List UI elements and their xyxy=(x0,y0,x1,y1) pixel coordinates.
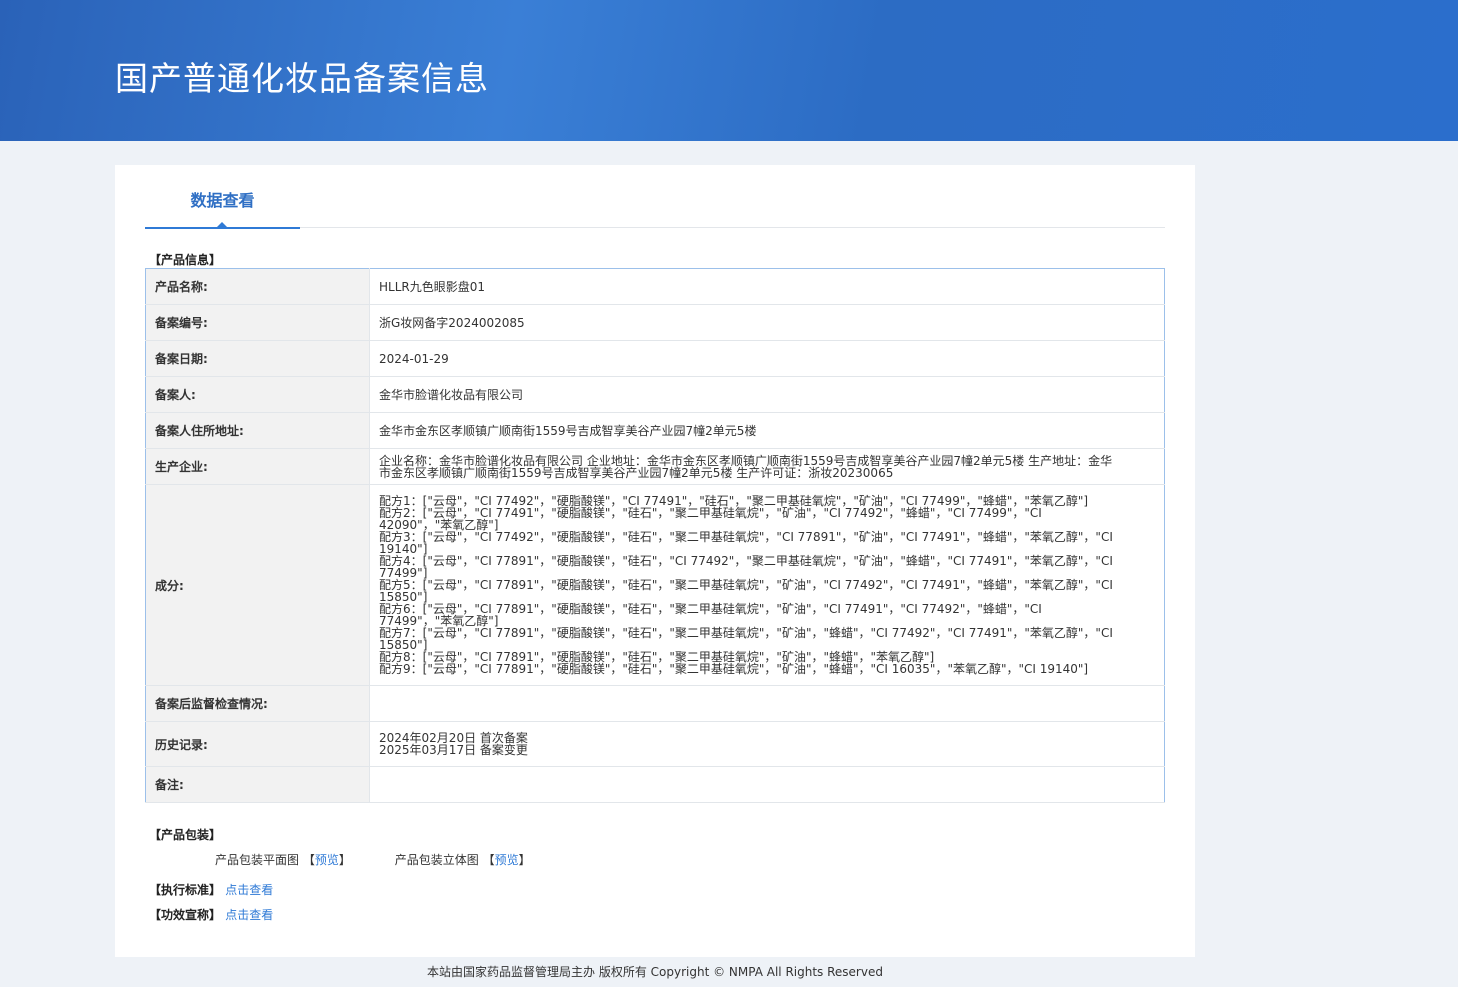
value-line: 配方7：["云母"，"CI 77891"，"硬脂酸镁"，"硅石"，"聚二甲基硅氧… xyxy=(379,626,1113,652)
field-value: 浙G妆网备字2024002085 xyxy=(369,304,1165,341)
standard-link[interactable]: 点击查看 xyxy=(225,883,273,897)
bracket: 】 xyxy=(518,853,531,867)
field-value: 2024年02月20日 首次备案 2025年03月17日 备案变更 xyxy=(369,721,1165,767)
tab-bar: 数据查看 xyxy=(145,165,1165,229)
table-row: 备案人: 金华市脸谱化妆品有限公司 xyxy=(145,376,1165,413)
table-row: 备案日期: 2024-01-29 xyxy=(145,340,1165,377)
field-value: 配方1：["云母"，"CI 77492"，"硬脂酸镁"，"CI 77491"，"… xyxy=(369,484,1165,686)
field-label: 生产企业: xyxy=(145,448,370,485)
field-value xyxy=(369,685,1165,722)
field-label: 成分: xyxy=(145,484,370,686)
field-label: 备案人: xyxy=(145,376,370,413)
flat-preview-link[interactable]: 预览 xyxy=(315,853,339,867)
bracket: 【 xyxy=(302,853,315,867)
field-label: 备注: xyxy=(145,766,370,803)
value-line: 配方9：["云母"，"CI 77891"，"硬脂酸镁"，"硅石"，"聚二甲基硅氧… xyxy=(379,662,1089,676)
packaging-links: 产品包装平面图 【预览】 产品包装立体图 【预览】 xyxy=(215,851,531,868)
efficacy-row: 【功效宣称】 点击查看 xyxy=(149,906,273,923)
solid-preview-link[interactable]: 预览 xyxy=(495,853,519,867)
section-packaging: 【产品包装】 xyxy=(149,828,222,842)
content-card: 数据查看 【产品信息】 产品名称: HLLR九色眼影盘01 备案编号: 浙G妆网备字2… xyxy=(115,165,1195,957)
history-row: 历史记录: 2024年02月20日 首次备案 2025年03月17日 备案变更 xyxy=(145,721,1165,767)
field-value xyxy=(369,766,1165,803)
field-label: 历史记录: xyxy=(145,721,370,767)
header-banner: 国产普通化妆品备案信息 xyxy=(0,0,1458,141)
field-label: 备案日期: xyxy=(145,340,370,377)
flat-image-label: 产品包装平面图 xyxy=(215,853,300,867)
value-line: 配方3：["云母"，"CI 77492"，"硬脂酸镁"，"硅石"，"聚二甲基硅氧… xyxy=(379,530,1113,556)
value-line: 2025年03月17日 备案变更 xyxy=(379,743,528,757)
value-line: 配方5：["云母"，"CI 77891"，"硬脂酸镁"，"硅石"，"聚二甲基硅氧… xyxy=(379,578,1113,604)
table-row: 备案人住所地址: 金华市金东区孝顺镇广顺南街1559号吉成智享美谷产业园7幢2单元… xyxy=(145,412,1165,449)
section-product-info: 【产品信息】 xyxy=(149,253,222,267)
tab-data-view[interactable]: 数据查看 xyxy=(145,165,300,229)
field-value: 2024-01-29 xyxy=(369,340,1165,377)
bracket: 【 xyxy=(482,853,495,867)
efficacy-label: 【功效宣称】 xyxy=(149,908,222,922)
product-info-table: 产品名称: HLLR九色眼影盘01 备案编号: 浙G妆网备字2024002085 备案日… xyxy=(145,268,1165,803)
field-value: HLLR九色眼影盘01 xyxy=(369,268,1165,305)
remark-row: 备注: xyxy=(145,766,1165,803)
standard-label: 【执行标准】 xyxy=(149,883,222,897)
field-label: 备案后监督检查情况: xyxy=(145,685,370,722)
table-row: 生产企业: 企业名称：金华市脸谱化妆品有限公司 企业地址：金华市金东区孝顺镇广顺南… xyxy=(145,448,1165,485)
footer: 本站由国家药品监督管理局主办 版权所有 Copyright © NMPA All… xyxy=(427,965,883,979)
inspection-row: 备案后监督检查情况: xyxy=(145,685,1165,722)
ingredients-row: 成分: 配方1：["云母"，"CI 77492"，"硬脂酸镁"，"CI 77491… xyxy=(145,484,1165,686)
value-line: 配方4：["云母"，"CI 77891"，"硬脂酸镁"，"硅石"，"CI 774… xyxy=(379,554,1113,580)
field-value: 企业名称：金华市脸谱化妆品有限公司 企业地址：金华市金东区孝顺镇广顺南街1559… xyxy=(369,448,1165,485)
field-label: 备案人住所地址: xyxy=(145,412,370,449)
table-row: 产品名称: HLLR九色眼影盘01 xyxy=(145,268,1165,305)
standard-row: 【执行标准】 点击查看 xyxy=(149,881,273,898)
field-label: 备案编号: xyxy=(145,304,370,341)
field-value: 金华市金东区孝顺镇广顺南街1559号吉成智享美谷产业园7幢2单元5楼 xyxy=(369,412,1165,449)
efficacy-link[interactable]: 点击查看 xyxy=(225,908,273,922)
field-value: 金华市脸谱化妆品有限公司 xyxy=(369,376,1165,413)
value-line: 配方2：["云母"，"CI 77491"，"硬脂酸镁"，"硅石"，"聚二甲基硅氧… xyxy=(379,506,1042,532)
solid-image-label: 产品包装立体图 xyxy=(394,853,479,867)
field-label: 产品名称: xyxy=(145,268,370,305)
table-row: 备案编号: 浙G妆网备字2024002085 xyxy=(145,304,1165,341)
value-line: 配方6：["云母"，"CI 77891"，"硬脂酸镁"，"硅石"，"聚二甲基硅氧… xyxy=(379,602,1042,628)
page-title: 国产普通化妆品备案信息 xyxy=(115,59,489,98)
bracket: 】 xyxy=(338,853,351,867)
